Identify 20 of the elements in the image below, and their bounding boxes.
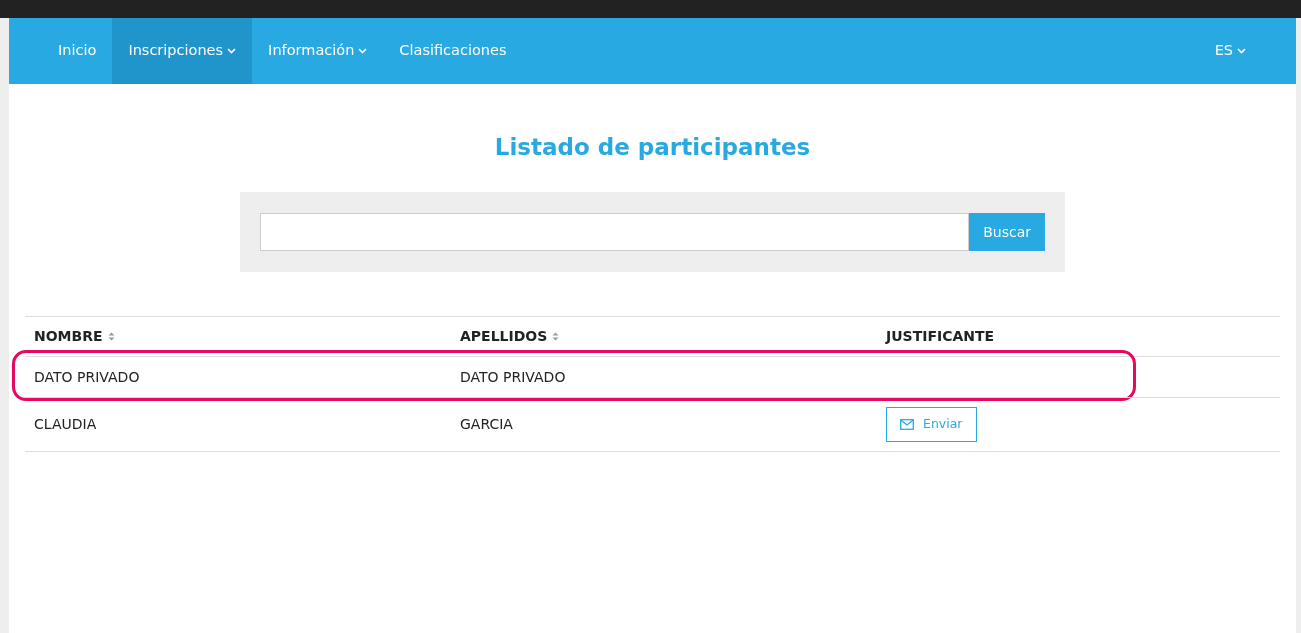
table-cell: DATO PRIVADO [460, 368, 566, 385]
language-dropdown[interactable]: ES [1198, 18, 1262, 84]
search-field[interactable] [260, 213, 970, 251]
chevron-down-icon [1237, 48, 1246, 54]
column-header[interactable]: NOMBRE [34, 326, 103, 347]
column-header: JUSTIFICANTE [886, 327, 995, 346]
nav-link[interactable]: Inscripciones [112, 18, 253, 84]
envelope-icon [900, 419, 914, 430]
table-cell: DATO PRIVADO [34, 368, 140, 385]
sort-icon[interactable] [107, 332, 115, 341]
nav-link[interactable]: Clasificaciones [383, 18, 523, 84]
column-header[interactable]: APELLIDOS [460, 326, 548, 347]
nav-link[interactable]: Inicio [42, 18, 113, 84]
send-button[interactable]: Enviar [886, 407, 977, 442]
table-cell: GARCIA [460, 416, 513, 432]
search-button[interactable]: Buscar [969, 213, 1045, 251]
sort-icon[interactable] [552, 332, 560, 341]
nav-link[interactable]: Información [252, 18, 384, 84]
page-title: Listado de participantes [493, 133, 812, 162]
table-cell: CLAUDIA [34, 416, 97, 432]
